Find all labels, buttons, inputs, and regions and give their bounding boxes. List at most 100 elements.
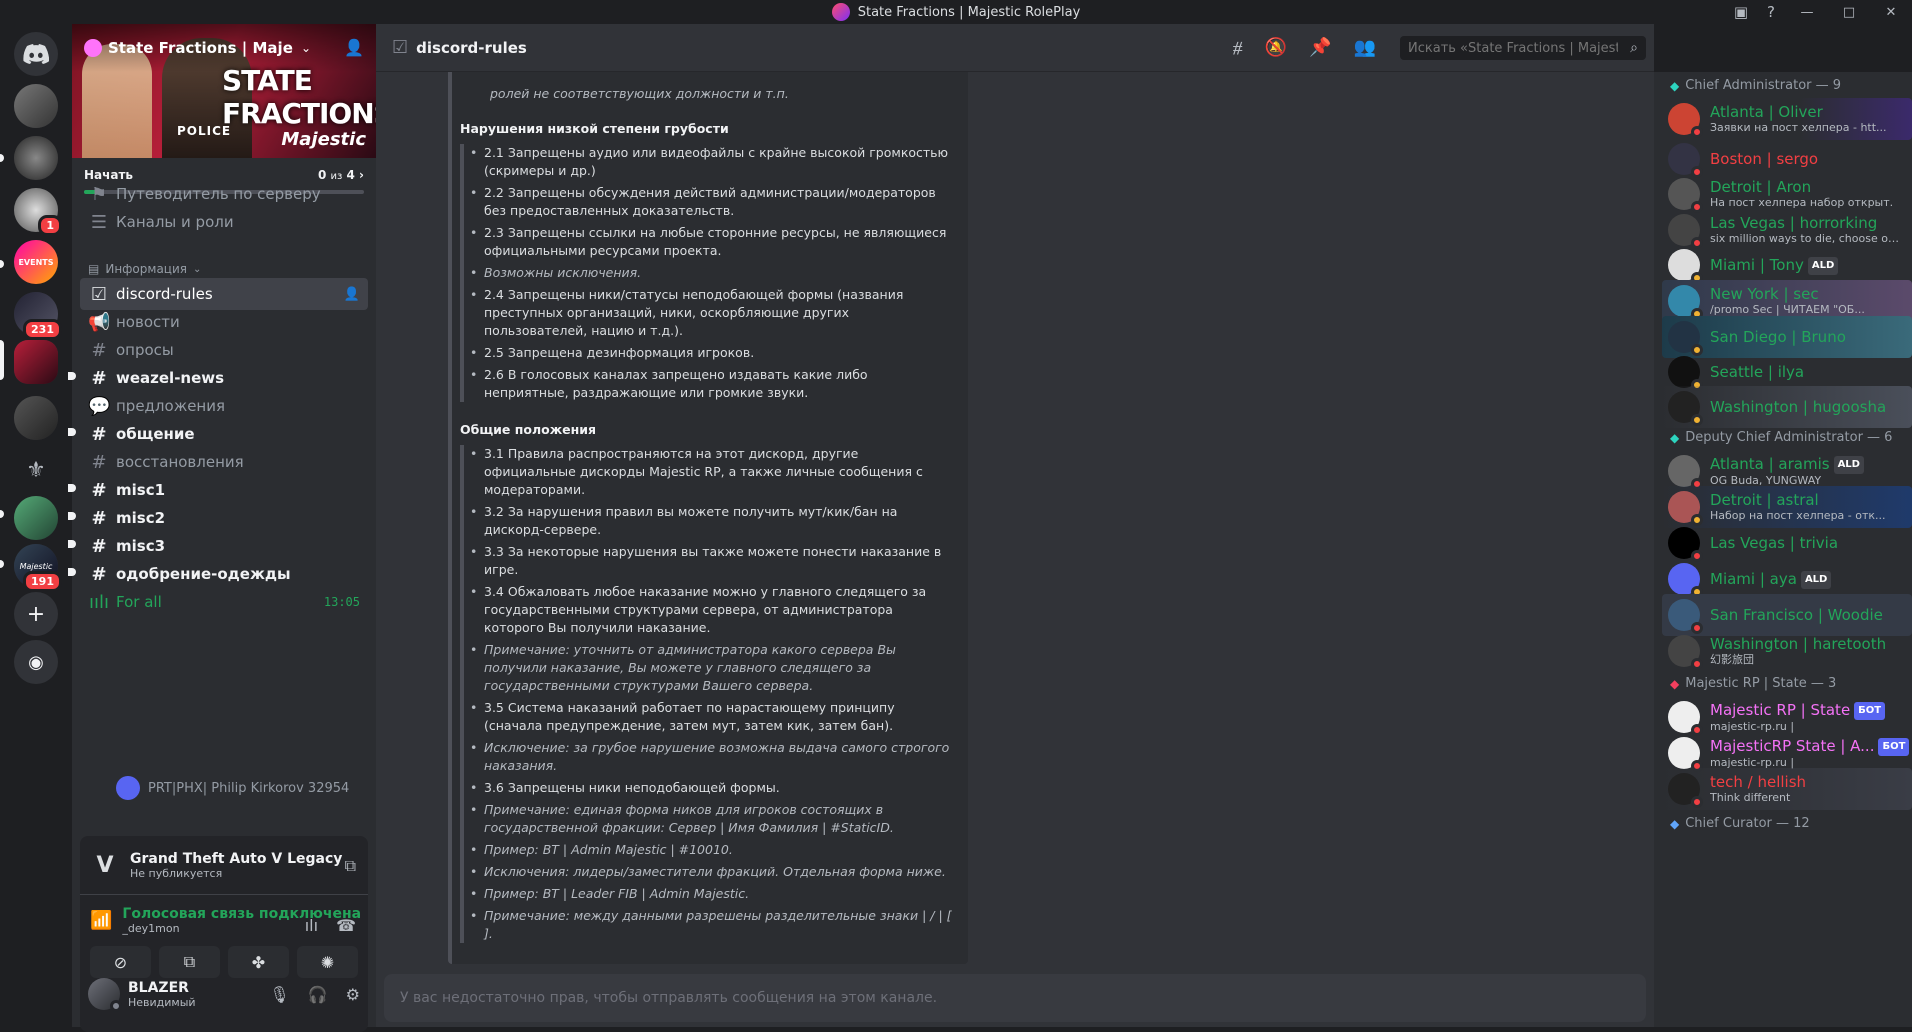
member-item[interactable]: Washington | hugoosha xyxy=(1662,386,1912,428)
rule-item: 2.1 Запрещены аудио или видеофайлы с кра… xyxy=(470,144,952,180)
rules-list: 2.1 Запрещены аудио или видеофайлы с кра… xyxy=(460,144,952,402)
mention-badge: 231 xyxy=(23,319,62,340)
member-item[interactable]: Washington | haretooth 幻影旅団 xyxy=(1662,630,1912,672)
close-button[interactable]: ✕ xyxy=(1870,0,1912,24)
discover-button[interactable]: ◉ xyxy=(14,640,58,684)
wolf-icon: ⚜ xyxy=(26,457,46,483)
disconnect-icon[interactable]: ☎ xyxy=(336,916,356,935)
add-server-button[interactable]: + xyxy=(14,592,58,636)
member-status-text: На пост хелпера набор открыт. xyxy=(1710,196,1894,209)
game-sub: Не публикуется xyxy=(130,866,223,880)
noise-suppression-icon[interactable]: ılı xyxy=(305,916,318,935)
help-icon[interactable]: ? xyxy=(1756,0,1786,24)
megaphone-icon: 📢 xyxy=(88,311,111,333)
rule-item: 3.5 Система наказаний работает по нараст… xyxy=(470,699,952,735)
channel-label: weazel-news xyxy=(116,369,225,387)
avatar xyxy=(1668,635,1703,670)
avatar xyxy=(1668,773,1703,808)
voice-member[interactable]: PRT|PHX| Philip Kirkorov 32954 xyxy=(116,776,349,800)
avatar xyxy=(1668,701,1703,736)
threads-icon[interactable]: ⧣ xyxy=(1233,37,1243,58)
avatar[interactable] xyxy=(88,978,122,1012)
category-info[interactable]: ▤ Информация ⌄ xyxy=(88,262,201,276)
server-item[interactable]: ⚜ xyxy=(14,448,58,492)
server-item-current[interactable] xyxy=(14,340,58,384)
member-name: San Diego | Bruno xyxy=(1710,328,1846,346)
rules-list: 3.1 Правила распространяются на этот дис… xyxy=(460,445,952,943)
channels-roles-item[interactable]: ☰ Каналы и роли xyxy=(80,206,368,238)
server-item[interactable] xyxy=(14,496,58,540)
server-item[interactable]: 231 xyxy=(14,292,62,340)
role-icon: ◆ xyxy=(1670,816,1680,831)
pin-icon[interactable]: 📌 xyxy=(1309,37,1331,58)
member-group-header: ◆ Chief Administrator — 9 xyxy=(1670,78,1841,93)
group-title: Chief Curator — 12 xyxy=(1685,816,1810,831)
member-list: ◆ Chief Administrator — 9 Atlanta | Oliver… xyxy=(1654,72,1912,1027)
member-item[interactable]: tech / hellish Think different xyxy=(1662,768,1912,810)
avatar xyxy=(1668,103,1703,138)
hash-icon: # xyxy=(91,479,107,501)
rule-item: Примечание: между данными разрешены разд… xyxy=(470,907,952,943)
member-item[interactable]: Atlanta | Oliver Заявки на пост хелпера -… xyxy=(1662,98,1912,140)
member-status-text: Заявки на пост хелпера - htt... xyxy=(1710,121,1887,134)
rule-item: Примечание: единая форма ников для игрок… xyxy=(470,801,952,837)
clipboard-icon: ▤ xyxy=(88,262,100,276)
channel-label: misc2 xyxy=(116,509,166,527)
server-item[interactable] xyxy=(14,84,58,128)
member-name: Miami | aya ALD xyxy=(1710,570,1832,589)
voice-member-name: PRT|PHX| Philip Kirkorov 32954 xyxy=(148,780,350,796)
section-heading: Нарушения низкой степени грубости xyxy=(460,121,729,136)
rule-item: Пример: BT | Admin Majestic | #10010. xyxy=(470,841,952,859)
gear-icon[interactable]: ⚙ xyxy=(346,985,360,1004)
server-item[interactable] xyxy=(14,396,58,440)
channel-label: восстановления xyxy=(116,453,244,471)
server-item[interactable]: Majestic 191 xyxy=(14,544,62,592)
rules-embed: ролей не соответствующих должности и т.п… xyxy=(448,72,968,964)
server-item[interactable]: 1 xyxy=(14,188,62,236)
microphone-icon[interactable]: 🎙 xyxy=(269,985,289,1004)
channel-label: опросы xyxy=(116,341,174,359)
mute-icon[interactable]: 🔕 xyxy=(1265,37,1287,58)
game-activity[interactable]: V Grand Theft Auto V Legacy Не публикует… xyxy=(90,850,342,880)
unread-indicator xyxy=(68,540,76,548)
unread-pill xyxy=(0,560,4,568)
hash-icon: # xyxy=(91,339,107,361)
members-icon[interactable]: 👥 xyxy=(1354,37,1376,58)
banner-brand: Majestic xyxy=(281,129,366,150)
channel-title: discord-rules xyxy=(416,38,527,57)
server-boost-icon xyxy=(84,39,102,57)
add-member-icon[interactable]: 👤 xyxy=(344,287,360,302)
headphones-icon[interactable]: 🎧 xyxy=(308,985,328,1004)
unread-indicator xyxy=(68,428,76,436)
stream-icon[interactable]: ⧉ xyxy=(345,856,356,876)
status-indicator xyxy=(110,1000,122,1012)
inbox-icon[interactable]: ▣ xyxy=(1726,0,1756,24)
section-heading: Общие положения xyxy=(460,422,597,437)
minimize-button[interactable]: — xyxy=(1786,0,1828,24)
invite-icon[interactable]: 👤 xyxy=(344,38,364,57)
server-item[interactable]: EVENTS xyxy=(14,240,58,284)
group-title: Majestic RP | State — 3 xyxy=(1685,676,1837,691)
member-name: Seattle | ilya xyxy=(1710,363,1805,381)
forum-icon: 💬 xyxy=(88,395,111,417)
voice-channel-for-all[interactable]: ıılı For all 13:05 xyxy=(80,586,368,618)
unread-pill xyxy=(0,260,4,268)
search-input[interactable] xyxy=(1408,40,1618,56)
server-header[interactable]: State Fractions | Majesti... ⌄ 👤 xyxy=(72,24,376,72)
window-titlebar: State Fractions | Majestic RolePlay ▣ ? … xyxy=(0,0,1912,24)
rule-item: Возможны исключения. xyxy=(470,264,952,282)
discord-home-button[interactable] xyxy=(14,32,58,76)
maximize-button[interactable]: □ xyxy=(1828,0,1870,24)
member-name: Miami | Tony ALD xyxy=(1710,256,1839,275)
user-info[interactable]: BLAZER Невидимый xyxy=(128,980,196,1009)
divider xyxy=(80,894,368,895)
avatar xyxy=(1668,214,1703,249)
unread-pill xyxy=(0,510,4,518)
server-item[interactable] xyxy=(14,136,58,180)
category-label: Информация xyxy=(105,262,187,276)
search-box[interactable]: ⌕ xyxy=(1400,36,1646,60)
channel-sidebar: STATE FRACTIONS POLICE Majestic State Fr… xyxy=(68,24,376,1032)
search-icon: ⌕ xyxy=(1630,40,1638,56)
rules-icon: ☑ xyxy=(392,37,409,58)
member-tag: БОТ xyxy=(1878,737,1910,756)
